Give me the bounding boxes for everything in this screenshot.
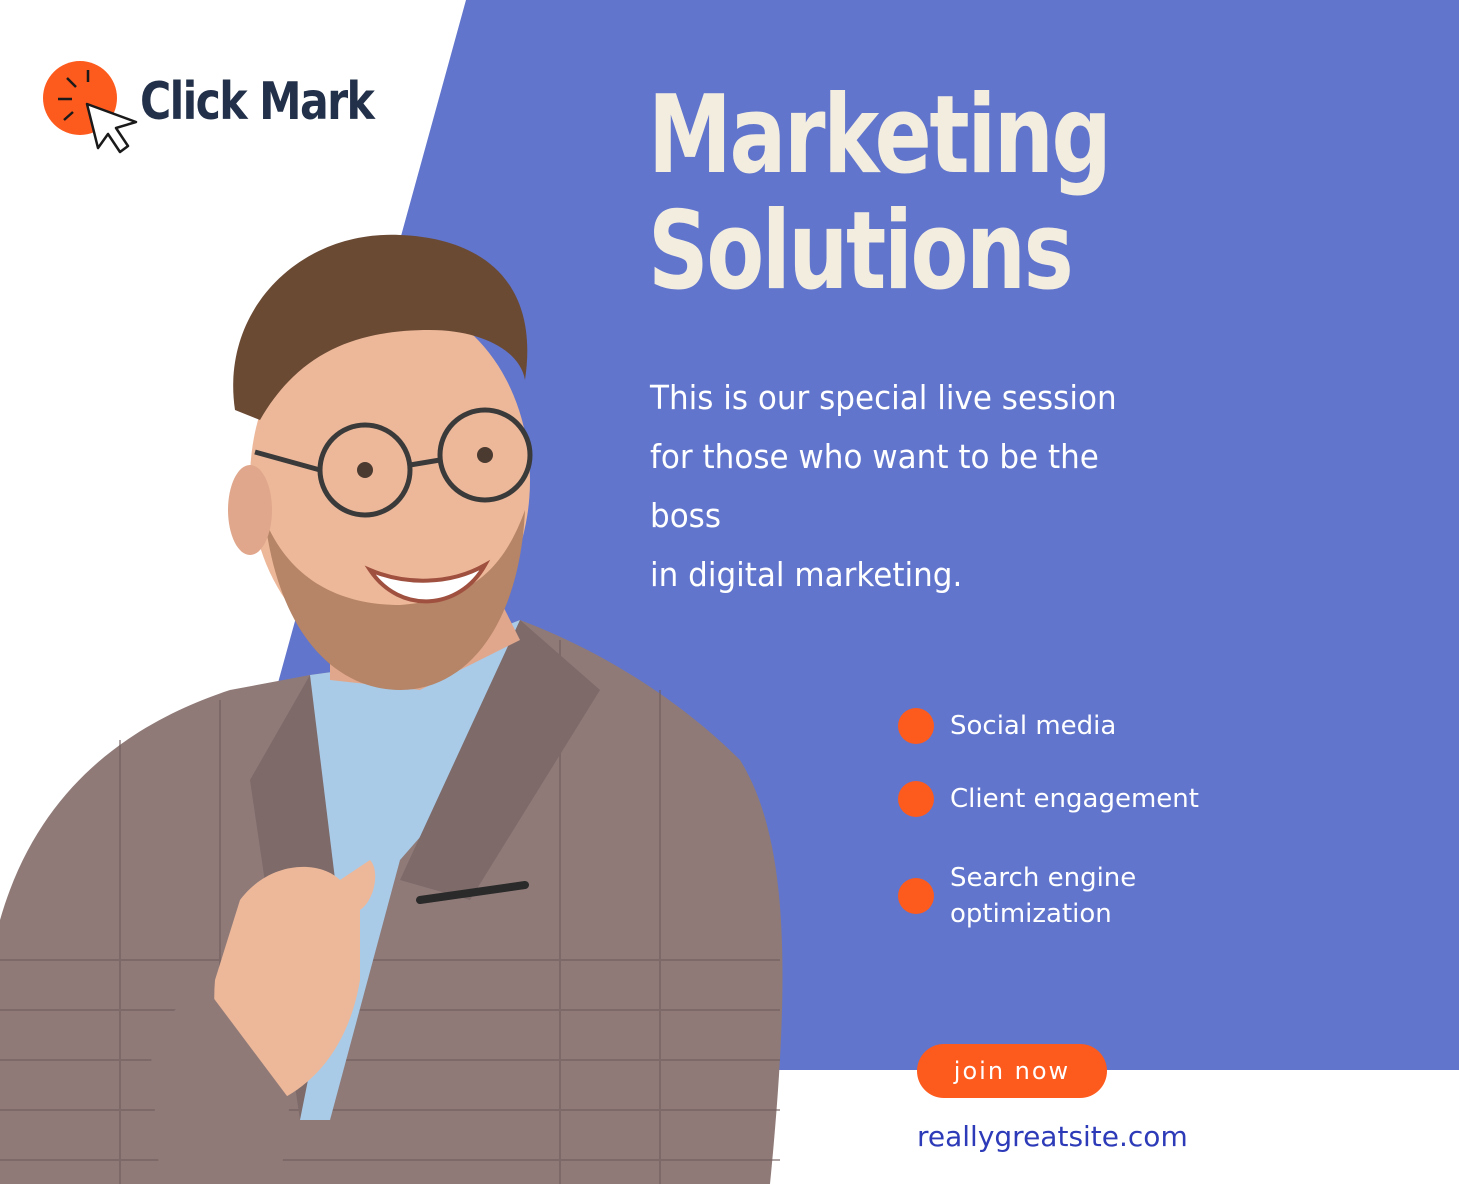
brand-name: Click Mark [140,72,375,132]
headline-line-1: Marketing [648,73,1112,198]
bullet-dot-icon [898,708,934,744]
bullet-dot-icon [898,878,934,914]
cursor-click-icon [43,61,138,154]
person-pointing-photo [0,234,783,1184]
bullet-dot-icon [898,781,934,817]
list-item: Search engine optimization [898,860,1136,932]
feature-label: Client engagement [950,784,1199,814]
website-link[interactable]: reallygreatsite.com [917,1120,1188,1153]
brand-logo[interactable]: Click Mark [40,60,380,160]
join-now-button[interactable]: join now [917,1044,1107,1098]
list-item: Social media [898,708,1116,744]
feature-label: Search engine optimization [950,863,1137,929]
list-item: Client engagement [898,781,1199,817]
feature-label: Social media [950,711,1117,741]
